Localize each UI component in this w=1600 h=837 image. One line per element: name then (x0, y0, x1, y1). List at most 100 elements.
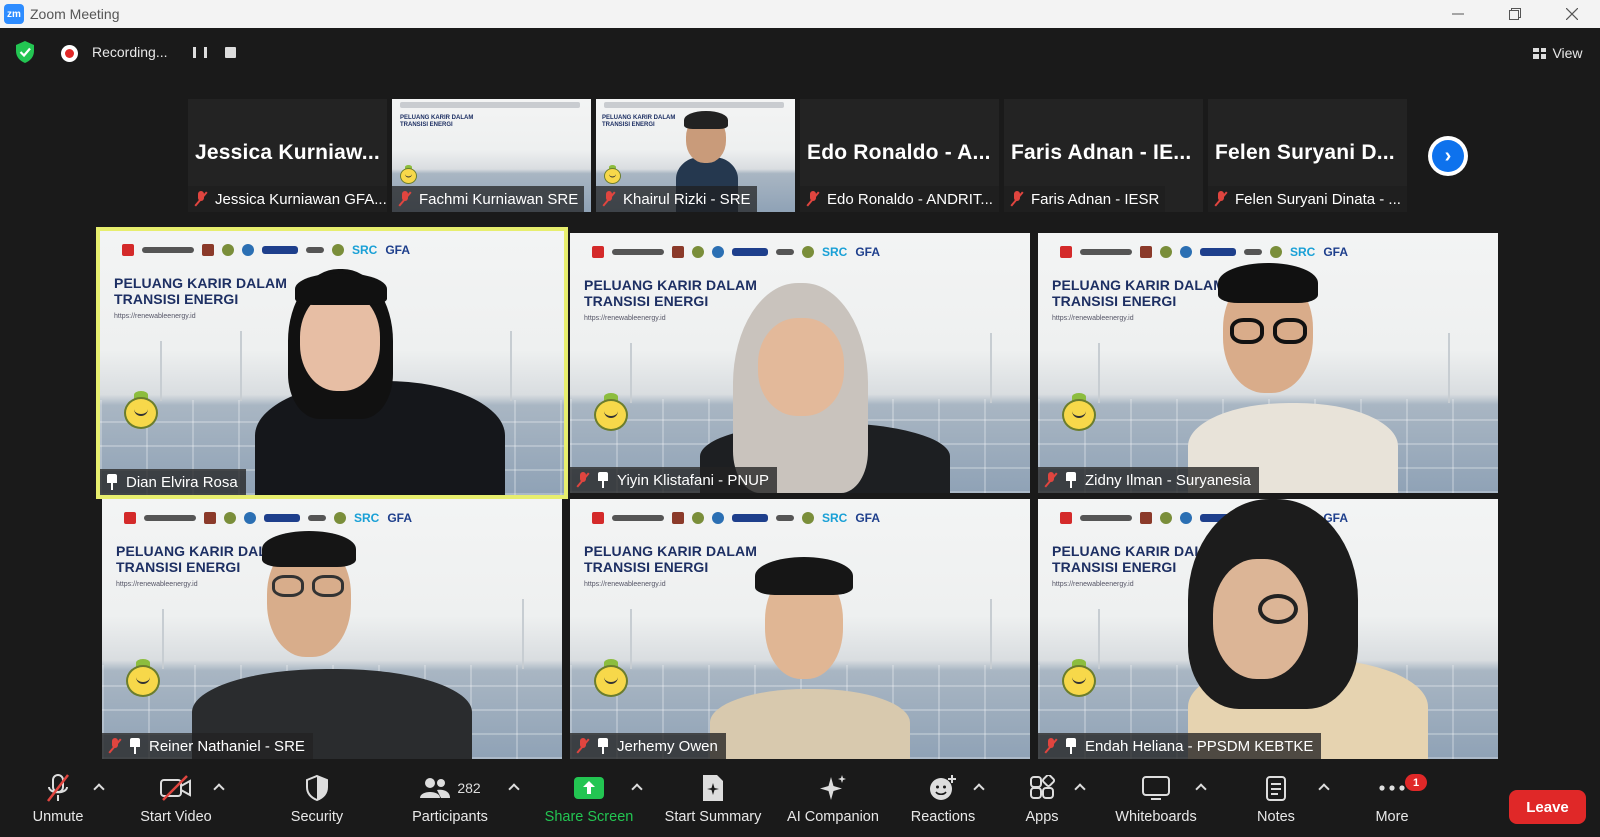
whiteboards-options-caret[interactable] (1195, 782, 1205, 792)
sponsor-logos: SRCGFA (1060, 242, 1476, 262)
emoji-icon (930, 775, 956, 800)
participants-button[interactable]: 282 Participants (404, 771, 496, 833)
participant-name: Endah Heliana - PPSDM KEBTKE (1085, 737, 1314, 755)
reactions-options-caret[interactable] (973, 782, 983, 792)
slide-url: https://renewableenergy.id (1052, 315, 1134, 322)
apps-options-caret[interactable] (1074, 782, 1084, 792)
participant-name-display: Felen Suryani D... (1215, 141, 1395, 164)
mic-muted-icon (602, 191, 616, 207)
participant-name: Jessica Kurniawan GFA... (215, 190, 387, 208)
participant-name: Khairul Rizki - SRE (623, 190, 751, 208)
reactions-label: Reactions (910, 809, 976, 825)
video-tile[interactable]: SRCGFA PELUANG KARIR DALAMTRANSISI ENERG… (1038, 233, 1498, 493)
video-tile[interactable]: SRCGFA PELUANG KARIR DALAMTRANSISI ENERG… (96, 227, 568, 499)
whiteboards-label: Whiteboards (1115, 809, 1197, 825)
notes-button[interactable]: Notes (1240, 771, 1312, 833)
minimize-button[interactable] (1429, 0, 1486, 28)
slide-headline: PELUANG KARIR DALAM TRANSISI ENERGI (1052, 277, 1226, 309)
video-tile[interactable]: SRCGFA PELUANG KARIR DALAMTRANSISI ENERG… (1038, 499, 1498, 759)
apps-button[interactable]: Apps (1014, 771, 1070, 833)
summary-icon (703, 775, 723, 801)
video-tile[interactable]: SRCGFA PELUANG KARIR DALAMTRANSISI ENERG… (570, 233, 1030, 493)
pin-icon (597, 472, 609, 488)
participant-label: Yiyin Klistafani - PNUP (570, 467, 777, 493)
ai-companion-button[interactable]: AI Companion (783, 771, 883, 833)
video-tile[interactable]: SRCGFA PELUANG KARIR DALAMTRANSISI ENERG… (570, 499, 1030, 759)
sponsor-logos: SRCGFA (592, 508, 1008, 528)
mascot-image (590, 393, 630, 439)
mascot-image (1058, 393, 1098, 439)
next-page-button[interactable]: › (1428, 136, 1468, 176)
pin-icon (1065, 472, 1077, 488)
participant-name: Felen Suryani Dinata - ... (1235, 190, 1401, 208)
filmstrip-tile[interactable]: Jessica Kurniaw... Jessica Kurniawan GFA… (188, 99, 387, 212)
video-options-caret[interactable] (213, 782, 223, 792)
slide-url: https://renewableenergy.id (584, 581, 666, 588)
audio-options-caret[interactable] (93, 782, 103, 792)
recording-label: Recording... (92, 44, 168, 60)
more-dots-icon (1379, 785, 1405, 791)
whiteboards-button[interactable]: Whiteboards (1108, 771, 1204, 833)
participant-name: Edo Ronaldo - ANDRIT... (827, 190, 993, 208)
restore-button[interactable] (1486, 0, 1543, 28)
mic-muted-icon (1044, 472, 1058, 488)
security-button[interactable]: Security (282, 771, 352, 833)
filmstrip-tile[interactable]: PELUANG KARIR DALAM TRANSISI ENERGI Khair… (596, 99, 795, 212)
video-tile[interactable]: SRCGFA PELUANG KARIR DALAMTRANSISI ENERG… (102, 499, 562, 759)
pin-icon (597, 738, 609, 754)
view-button[interactable]: View (1523, 40, 1593, 66)
slide-headline: PELUANG KARIR DALAM TRANSISI ENERGI (584, 277, 758, 309)
window-title: Zoom Meeting (30, 6, 120, 22)
more-label: More (1375, 809, 1409, 825)
filmstrip-tile[interactable]: PELUANG KARIR DALAM TRANSISI ENERGI Fachm… (392, 99, 591, 212)
participants-label: Participants (412, 809, 488, 825)
mic-muted-icon (1214, 191, 1228, 207)
slide-url: https://renewableenergy.id (114, 313, 196, 320)
participants-count: 282 (457, 780, 481, 796)
reactions-button[interactable]: Reactions (907, 771, 979, 833)
start-video-button[interactable]: Start Video (130, 771, 222, 833)
participant-name: Faris Adnan - IESR (1031, 190, 1160, 208)
participant-name-display: Jessica Kurniaw... (195, 141, 380, 164)
chevron-right-icon: › (1432, 140, 1464, 172)
pause-recording-button[interactable] (193, 46, 207, 60)
start-summary-button[interactable]: Start Summary (660, 771, 766, 833)
mic-muted-icon (194, 191, 208, 207)
pin-icon (106, 474, 118, 490)
view-label: View (1552, 45, 1583, 61)
participant-name: Reiner Nathaniel - SRE (149, 737, 305, 755)
minimize-icon (1451, 13, 1464, 15)
leave-button[interactable]: Leave (1509, 790, 1586, 824)
notes-options-caret[interactable] (1318, 782, 1328, 792)
notes-label: Notes (1257, 809, 1295, 825)
filmstrip-tile[interactable]: Faris Adnan - IE... Faris Adnan - IESR (1004, 99, 1203, 212)
participant-name: Dian Elvira Rosa (126, 473, 238, 491)
participants-icon (420, 778, 451, 798)
security-label: Security (290, 809, 344, 825)
mic-muted-icon (1010, 191, 1024, 207)
security-shield-icon[interactable] (14, 40, 36, 64)
share-screen-label: Share Screen (544, 809, 634, 825)
start-video-label: Start Video (140, 809, 212, 825)
participant-name-display: Edo Ronaldo - A... (807, 141, 991, 164)
close-button[interactable] (1543, 0, 1600, 28)
mascot-image (120, 391, 160, 437)
participants-options-caret[interactable] (508, 782, 518, 792)
participant-label: Jerhemy Owen (570, 733, 726, 759)
stop-recording-button[interactable] (225, 47, 236, 58)
filmstrip-tile[interactable]: Edo Ronaldo - A... Edo Ronaldo - ANDRIT.… (800, 99, 999, 212)
filmstrip-tile[interactable]: Felen Suryani D... Felen Suryani Dinata … (1208, 99, 1407, 212)
mic-muted-icon (576, 472, 590, 488)
slide-headline: PELUANG KARIR DALAM TRANSISI ENERGI (584, 543, 758, 575)
participant-name: Zidny Ilman - Suryanesia (1085, 471, 1251, 489)
slide-url: https://renewableenergy.id (584, 315, 666, 322)
mic-muted-icon (1044, 738, 1058, 754)
unmute-button[interactable]: Unmute (22, 771, 94, 833)
share-screen-button[interactable]: Share Screen (542, 771, 636, 833)
sponsor-logos: SRCGFA (122, 240, 542, 260)
mic-muted-icon (398, 191, 412, 207)
participant-name: Fachmi Kurniawan SRE (419, 190, 579, 208)
slide-headline-small: PELUANG KARIR DALAM TRANSISI ENERGI (602, 115, 676, 128)
share-options-caret[interactable] (631, 782, 641, 792)
apps-icon (1030, 775, 1055, 799)
